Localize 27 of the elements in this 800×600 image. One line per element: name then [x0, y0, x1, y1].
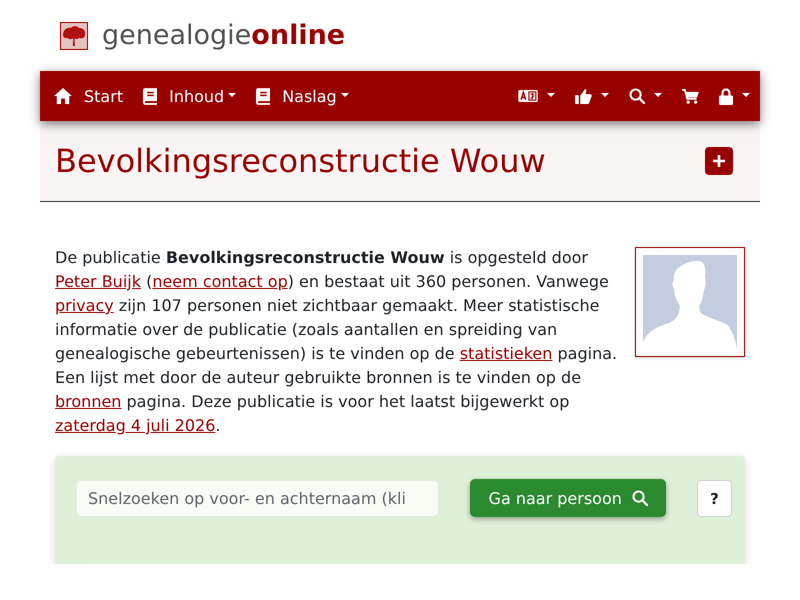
site-logo-text[interactable]: genealogieonline [102, 18, 346, 52]
help-button[interactable]: ? [697, 480, 732, 517]
thumbs-up-icon [575, 88, 592, 104]
add-button[interactable] [705, 147, 733, 175]
search-icon [629, 88, 645, 104]
intro-paragraph: De publicatie Bevolkingsreconstructie Wouw is opgesteld door Peter Buijk (neem contact op) en bestaat uit 360 personen. Vanwege privacy zijn 107 personen niet zichtbaar gemaakt. Meer statistische informatie over de publicatie (zoals aantallen en spreiding van genealogische gebeurtenissen) is te vinden op de statistieken pagina. Een lijst met door de auteur gebruikte bronnen is te vinden op de bronnen pagina. Deze publicatie is voor het laatst bijgewerkt op zaterdag 4 juli 2026. [55, 247, 618, 437]
go-to-person-button[interactable]: Ga naar persoon [470, 479, 666, 517]
lock-icon [719, 88, 733, 104]
book-icon [143, 88, 158, 104]
nav-link[interactable]: Start [44, 76, 134, 116]
nav-link[interactable]: Naslag [246, 76, 359, 116]
plus-icon [712, 154, 726, 168]
text-link[interactable]: neem contact op [152, 272, 288, 291]
book-icon [256, 88, 270, 104]
text-link[interactable]: bronnen [55, 392, 122, 411]
tree-logo-icon [60, 22, 88, 50]
translate-icon [518, 90, 538, 102]
page-title: Bevolkingsreconstructie Wouw [55, 142, 546, 180]
text-link[interactable]: zaterdag 4 juli 2026 [55, 416, 216, 435]
text-link[interactable]: Peter Buijk [55, 272, 141, 291]
search-icon [632, 490, 648, 506]
search-field[interactable]: Snelzoeken op voor- en achternaam (kli [76, 480, 440, 517]
cart-icon [682, 88, 699, 104]
nav-link[interactable]: Inhoud [133, 76, 246, 116]
home-icon [54, 88, 72, 104]
text-link[interactable]: privacy [55, 296, 114, 315]
text-link[interactable]: statistieken [460, 344, 552, 363]
